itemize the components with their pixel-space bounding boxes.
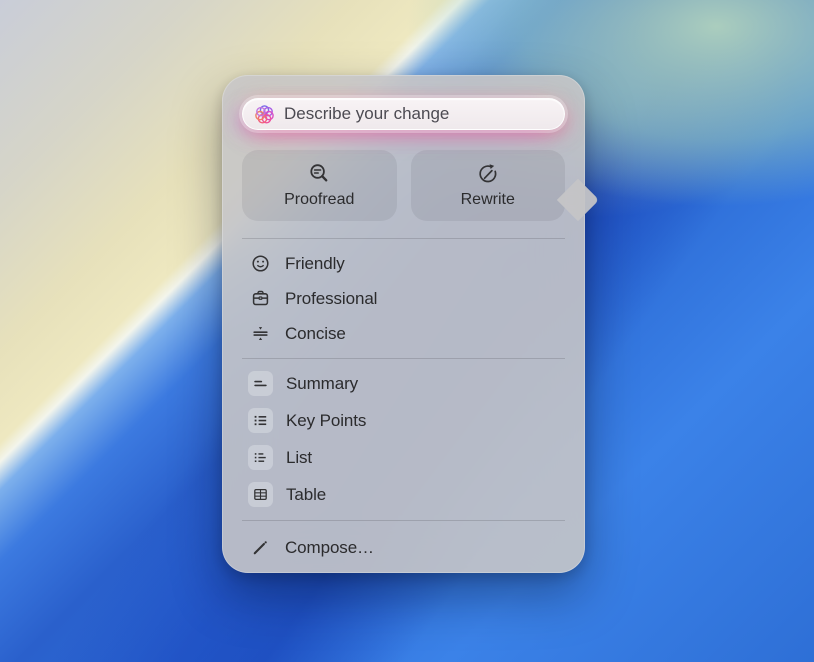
menu-item-list[interactable]: List xyxy=(242,439,565,476)
primary-actions: Proofread Rewrite xyxy=(242,150,565,221)
apple-intelligence-icon xyxy=(254,102,275,126)
bullet-list-icon xyxy=(248,408,273,433)
text-magnifier-icon xyxy=(307,162,331,186)
menu-item-table[interactable]: Table xyxy=(242,476,565,513)
menu-item-friendly[interactable]: Friendly xyxy=(242,246,565,281)
menu-label: Summary xyxy=(286,374,358,394)
menu-label: Table xyxy=(286,485,326,505)
menu-item-compose[interactable]: Compose… xyxy=(242,530,565,565)
menu-label: Concise xyxy=(285,324,346,344)
format-section: Summary Key Points xyxy=(242,365,565,513)
dash-list-icon xyxy=(248,445,273,470)
divider xyxy=(242,358,565,359)
compress-vertical-icon xyxy=(248,322,272,346)
rewrite-circle-pencil-icon xyxy=(476,162,500,186)
menu-label: List xyxy=(286,448,312,468)
describe-change-field-wrap xyxy=(242,98,565,130)
rewrite-label: Rewrite xyxy=(461,191,515,209)
tone-section: Friendly Professional xyxy=(242,246,565,351)
smiley-icon xyxy=(248,252,272,276)
proofread-label: Proofread xyxy=(284,191,354,209)
menu-item-professional[interactable]: Professional xyxy=(242,281,565,316)
divider xyxy=(242,238,565,239)
describe-change-input[interactable] xyxy=(284,104,553,124)
pencil-icon xyxy=(248,536,272,560)
divider xyxy=(242,520,565,521)
menu-label: Friendly xyxy=(285,254,345,274)
rewrite-button[interactable]: Rewrite xyxy=(411,150,566,221)
table-icon xyxy=(248,482,273,507)
menu-label: Key Points xyxy=(286,411,366,431)
menu-item-key-points[interactable]: Key Points xyxy=(242,402,565,439)
proofread-button[interactable]: Proofread xyxy=(242,150,397,221)
summary-lines-icon xyxy=(248,371,273,396)
menu-item-concise[interactable]: Concise xyxy=(242,316,565,351)
writing-tools-popover: Proofread Rewrite xyxy=(222,75,585,573)
menu-label: Professional xyxy=(285,289,377,309)
menu-label: Compose… xyxy=(285,538,374,558)
briefcase-icon xyxy=(248,287,272,311)
menu-item-summary[interactable]: Summary xyxy=(242,365,565,402)
